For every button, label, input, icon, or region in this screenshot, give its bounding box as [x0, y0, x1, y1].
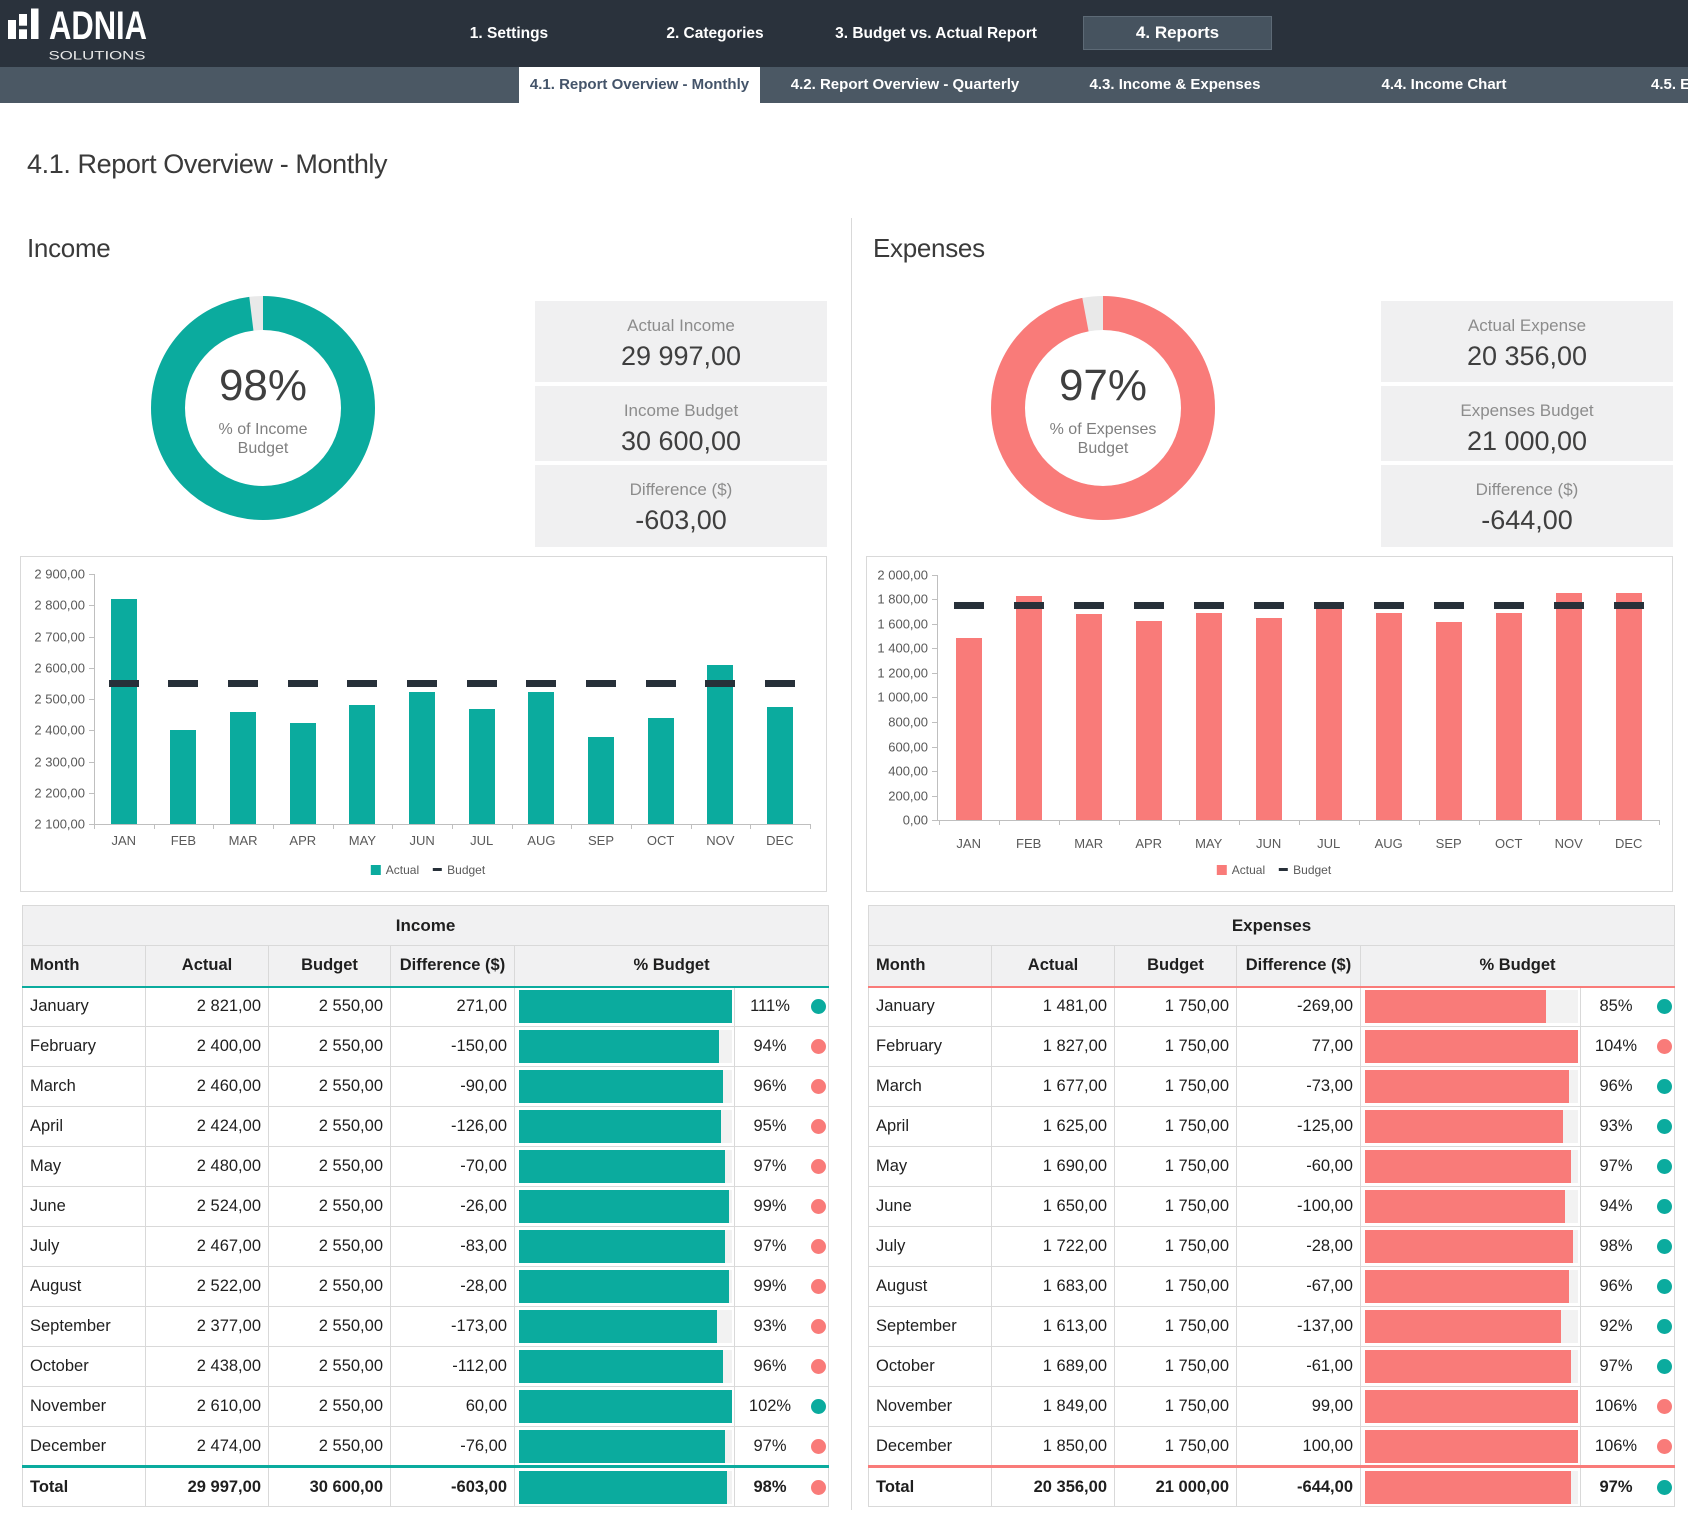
svg-text:ADNIA: ADNIA	[49, 6, 147, 48]
svg-text:SOLUTIONS: SOLUTIONS	[49, 51, 146, 63]
